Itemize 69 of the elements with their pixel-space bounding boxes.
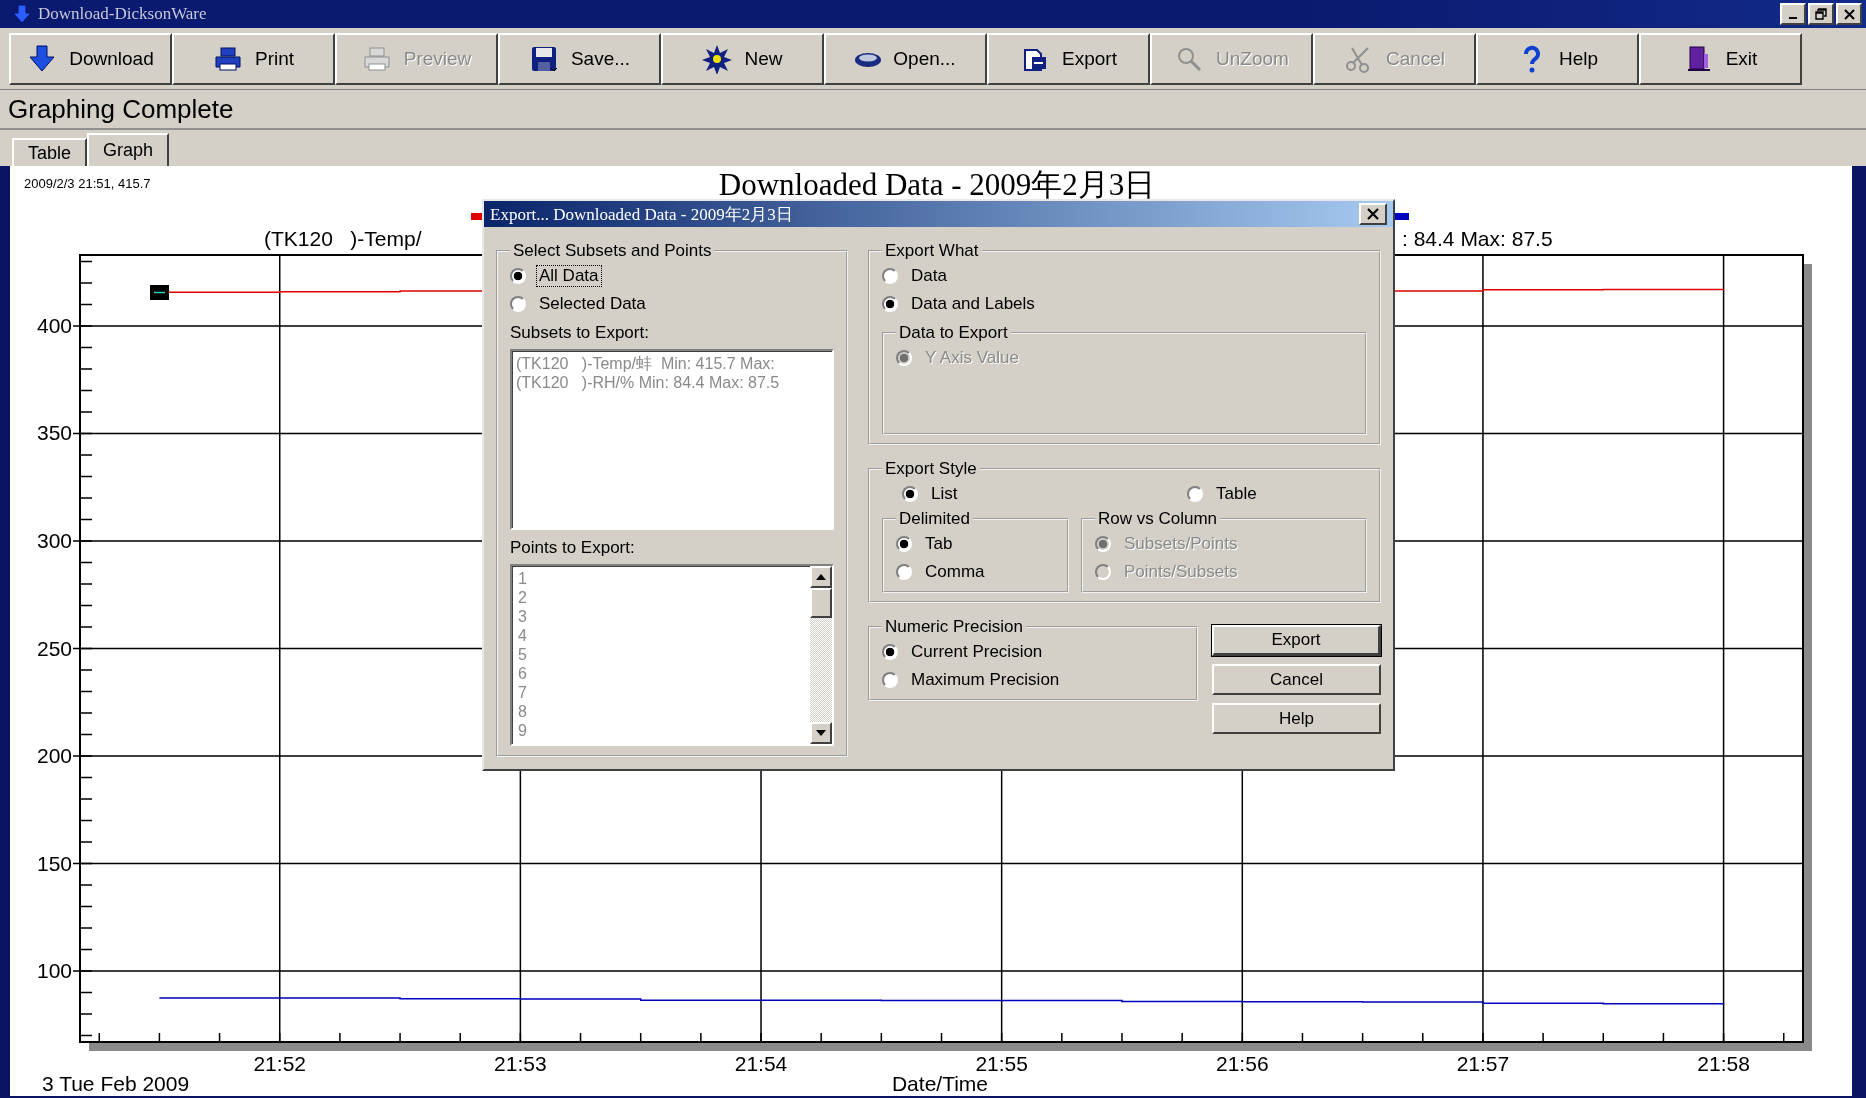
toolbar-button[interactable]: Save... bbox=[498, 32, 661, 85]
restore-icon bbox=[1815, 8, 1827, 20]
x-tick-label: 21:54 bbox=[734, 1052, 788, 1075]
status-text: Graphing Complete bbox=[0, 90, 1866, 130]
legend-label: : 84.4 Max: 87.5 bbox=[1402, 227, 1553, 250]
toolbar-button[interactable]: Print bbox=[172, 32, 335, 85]
close-button[interactable] bbox=[1836, 3, 1862, 25]
close-icon bbox=[1366, 208, 1380, 220]
group-title: Delimited bbox=[898, 509, 971, 529]
radio-button[interactable]: Data bbox=[882, 265, 950, 287]
starburst-icon bbox=[702, 43, 733, 74]
y-tick-label: 200 bbox=[36, 744, 72, 767]
toolbar-button[interactable]: Help bbox=[1476, 32, 1639, 85]
radio-button[interactable]: Current Precision bbox=[882, 641, 1046, 663]
dialog-button[interactable]: Export bbox=[1212, 625, 1381, 656]
close-button[interactable] bbox=[1359, 203, 1387, 225]
group-title: Data to Export bbox=[898, 323, 1009, 343]
x-tick-label: 21:53 bbox=[494, 1052, 547, 1075]
dialog-button[interactable]: Help bbox=[1212, 703, 1381, 734]
y-tick-label: 150 bbox=[36, 851, 72, 875]
field-label: Points to Export: bbox=[510, 538, 636, 558]
y-tick-label: 100 bbox=[36, 959, 72, 983]
minimize-icon bbox=[1789, 17, 1797, 19]
radio-button[interactable]: Comma bbox=[896, 561, 988, 583]
tab[interactable]: Table bbox=[12, 138, 88, 166]
triangle-down-icon bbox=[816, 730, 826, 736]
arrow-down-icon bbox=[12, 4, 32, 24]
folder-icon bbox=[855, 50, 882, 67]
toolbar-button[interactable]: New bbox=[661, 32, 824, 85]
x-tick-label: 21:55 bbox=[975, 1052, 1028, 1075]
group-title: Numeric Precision bbox=[884, 617, 1024, 637]
y-tick-label: 350 bbox=[36, 421, 72, 445]
chart-title: Downloaded Data - 2009年2月3日 bbox=[718, 167, 1156, 202]
x-axis-title: Date/Time bbox=[891, 1072, 989, 1095]
minimize-button[interactable] bbox=[1780, 3, 1806, 25]
group-title: Row vs Column bbox=[1097, 509, 1219, 529]
radio-button[interactable]: Data and Labels bbox=[882, 293, 1038, 315]
restore-button[interactable] bbox=[1808, 3, 1834, 25]
close-icon bbox=[1843, 8, 1855, 20]
radio-button[interactable]: Selected Data bbox=[510, 293, 649, 315]
radio-button[interactable]: Tab bbox=[896, 533, 956, 555]
arrow-down-icon bbox=[27, 43, 58, 74]
group-title: Export What bbox=[884, 241, 980, 261]
group-title: Select Subsets and Points bbox=[512, 241, 713, 261]
x-tick-label: 21:58 bbox=[1697, 1052, 1750, 1075]
cursor-readout: 2009/2/3 21:51, 415.7 bbox=[24, 176, 151, 191]
radio-button[interactable]: List bbox=[902, 483, 961, 505]
y-tick-label: 400 bbox=[36, 313, 72, 337]
legend-label: (TK120 )-Temp/ bbox=[264, 227, 422, 250]
x-tick-label: 21:52 bbox=[253, 1052, 306, 1075]
window-title: Download-DicksonWare bbox=[38, 4, 208, 24]
y-tick-label: 250 bbox=[36, 636, 72, 660]
toolbar-button[interactable]: Open... bbox=[824, 32, 987, 85]
cursor-marker bbox=[150, 285, 169, 300]
x-tick-label: 21:56 bbox=[1216, 1052, 1269, 1075]
tab[interactable]: Graph bbox=[87, 133, 170, 166]
date-label: 3 Tue Feb 2009 bbox=[42, 1072, 190, 1095]
y-tick-label: 300 bbox=[36, 529, 72, 552]
toolbar-button[interactable]: Download bbox=[9, 32, 172, 85]
toolbar-button[interactable]: Exit bbox=[1639, 32, 1802, 85]
field-label: Subsets to Export: bbox=[510, 323, 650, 343]
dialog-title: Export... Downloaded Data - 2009年2月3日 bbox=[490, 203, 793, 226]
toolbar-button[interactable]: Export bbox=[987, 32, 1150, 85]
group-title: Export Style bbox=[884, 459, 978, 479]
x-tick-label: 21:57 bbox=[1456, 1052, 1510, 1075]
dialog-button[interactable]: Cancel bbox=[1212, 664, 1381, 695]
radio-button[interactable]: Maximum Precision bbox=[882, 669, 1063, 691]
triangle-up-icon bbox=[816, 574, 826, 580]
radio-button[interactable]: Table bbox=[1187, 483, 1260, 505]
